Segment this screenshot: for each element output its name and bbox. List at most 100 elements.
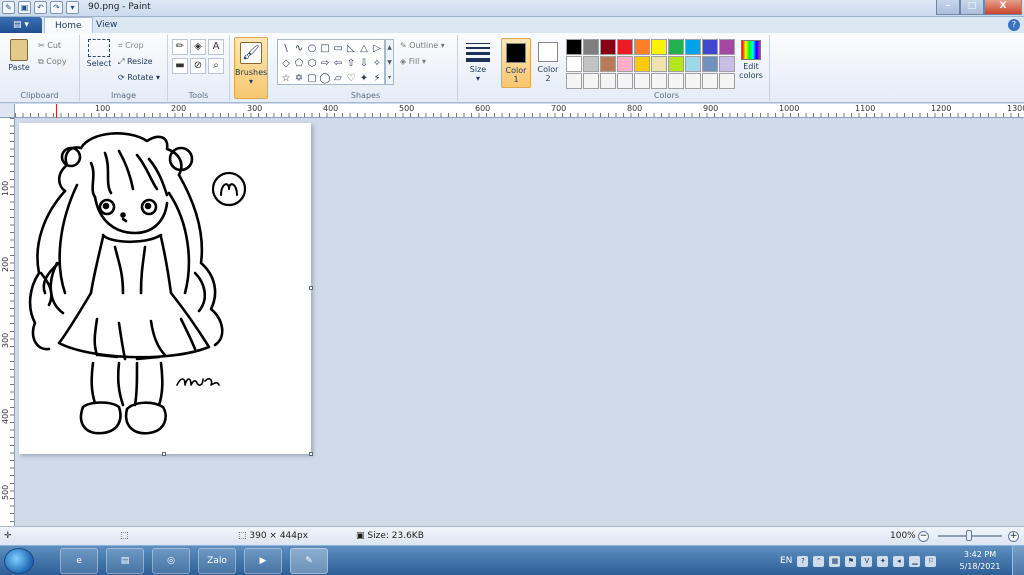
shape-option[interactable]: ✧ [371,57,383,71]
size-button[interactable]: Size ▾ [463,38,493,83]
undo-icon[interactable]: ↶ [34,1,47,14]
resize-handle-corner[interactable] [309,452,313,456]
palette-swatch[interactable] [702,73,718,89]
shape-option[interactable]: ▢ [306,72,318,86]
palette-swatch[interactable] [685,56,701,72]
tray-app-icon[interactable]: ▦ [829,555,841,567]
palette-swatch[interactable] [651,73,667,89]
shape-option[interactable]: □ [319,42,331,56]
shape-option[interactable]: ✡ [293,72,305,86]
palette-swatch[interactable] [719,56,735,72]
shape-option[interactable]: ⇧ [345,57,357,71]
maximize-button[interactable]: □ [960,0,984,15]
palette-swatch[interactable] [719,39,735,55]
palette-swatch[interactable] [583,56,599,72]
palette-swatch[interactable] [651,39,667,55]
shape-option[interactable]: ▷ [371,42,383,56]
cut-button[interactable]: ✂ Cut [38,41,61,50]
close-button[interactable]: X [984,0,1022,15]
shape-option[interactable]: ⇩ [358,57,370,71]
show-desktop-button[interactable] [1012,546,1024,575]
security-icon[interactable]: ⚐ [925,555,937,567]
shape-option[interactable]: ▭ [332,42,344,56]
palette-swatch[interactable] [583,73,599,89]
taskbar-app-zalo[interactable]: Zalo [198,548,236,574]
resize-handle-bottom[interactable] [162,452,166,456]
shape-option[interactable]: ⇨ [319,57,331,71]
help-icon[interactable]: ? [1008,19,1020,31]
select-button[interactable]: Select [84,39,114,68]
tab-view[interactable]: View [86,17,127,33]
shape-option[interactable]: △ [358,42,370,56]
drawing-canvas[interactable] [19,123,313,456]
start-button[interactable] [4,548,34,574]
paste-button[interactable]: Paste [4,39,34,72]
palette-swatch[interactable] [719,73,735,89]
tray-arrow-icon[interactable]: ⌃ [813,555,825,567]
shape-option[interactable]: ✦ [358,72,370,86]
zoom-slider-thumb[interactable] [966,530,972,541]
edit-colors-button[interactable]: Edit colors [736,38,766,80]
shape-option[interactable]: ⬠ [293,57,305,71]
color1-button[interactable]: Color 1 [501,38,531,88]
language-indicator[interactable]: EN [780,556,792,566]
palette-swatch[interactable] [566,56,582,72]
shape-option[interactable]: ◺ [345,42,357,56]
text-tool-icon[interactable]: A [208,39,224,55]
shapes-scroll[interactable]: ▲ ▼ ▾ [385,39,394,85]
customize-qat-icon[interactable]: ▾ [66,1,79,14]
palette-swatch[interactable] [634,56,650,72]
system-clock[interactable]: 3:42 PM 5/18/2021 [955,549,1005,573]
palette-swatch[interactable] [600,39,616,55]
minimize-button[interactable]: – [936,0,960,15]
palette-swatch[interactable] [685,73,701,89]
taskbar-app-browser[interactable]: ◎ [152,548,190,574]
fill-button[interactable]: ◈ Fill ▾ [400,57,426,66]
palette-swatch[interactable] [600,73,616,89]
paint-app-icon[interactable]: ✎ [2,1,15,14]
signal-icon[interactable]: ▁ [909,555,921,567]
shape-option[interactable]: ∿ [293,42,305,56]
shape-option[interactable]: ⇦ [332,57,344,71]
palette-swatch[interactable] [600,56,616,72]
taskbar-app-ie[interactable]: e [60,548,98,574]
shape-option[interactable]: ◇ [280,57,292,71]
taskbar-app-media[interactable]: ▶ [244,548,282,574]
copy-button[interactable]: ⧉ Copy [38,57,67,67]
palette-swatch[interactable] [651,56,667,72]
palette-swatch[interactable] [668,73,684,89]
shape-option[interactable]: \ [280,42,292,56]
redo-icon[interactable]: ↷ [50,1,63,14]
zoom-out-button[interactable]: − [918,531,929,542]
color-picker-icon[interactable]: ⊘ [190,58,206,74]
zoom-in-button[interactable]: + [1008,531,1019,542]
fill-bucket-icon[interactable]: ◈ [190,39,206,55]
outline-button[interactable]: ✎ Outline ▾ [400,41,445,50]
rotate-button[interactable]: ⟳ Rotate ▾ [118,73,160,82]
palette-swatch[interactable] [685,39,701,55]
network-tray-icon[interactable]: ✦ [877,555,889,567]
palette-swatch[interactable] [634,39,650,55]
shape-option[interactable]: ▱ [332,72,344,86]
brushes-button[interactable]: 🖌 Brushes ▾ [234,37,268,99]
palette-swatch[interactable] [566,73,582,89]
palette-swatch[interactable] [702,56,718,72]
palette-swatch[interactable] [617,73,633,89]
paint-menu-button[interactable]: ▤ ▾ [0,17,42,33]
crop-button[interactable]: ⌗ Crop [118,41,144,51]
taskbar-app-explorer[interactable]: ▤ [106,548,144,574]
palette-swatch[interactable] [583,39,599,55]
palette-swatch[interactable] [617,56,633,72]
flag-icon[interactable]: ⚑ [845,555,857,567]
resize-handle-right[interactable] [309,286,313,290]
volume-icon[interactable]: ◂ [893,555,905,567]
palette-swatch[interactable] [702,39,718,55]
shape-option[interactable]: ☆ [280,72,292,86]
magnifier-icon[interactable]: ⌕ [208,58,224,74]
save-icon[interactable]: ▣ [18,1,31,14]
shape-option[interactable]: ○ [306,42,318,56]
color2-button[interactable]: Color 2 [533,38,563,88]
shape-option[interactable]: ◯ [319,72,331,86]
palette-swatch[interactable] [617,39,633,55]
palette-swatch[interactable] [634,73,650,89]
